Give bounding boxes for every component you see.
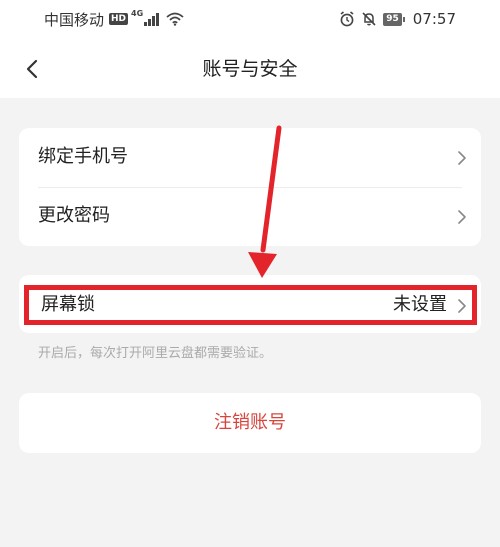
status-right: 95 07:57: [339, 9, 456, 29]
battery-icon: 95: [383, 12, 405, 26]
battery-level: 95: [383, 12, 402, 26]
page-title: 账号与安全: [202, 58, 298, 80]
network-type: 4G: [131, 8, 144, 18]
bind-phone-label: 绑定手机号: [38, 146, 128, 167]
delete-account-button[interactable]: 注销账号: [19, 393, 481, 453]
clock: 07:57: [412, 10, 456, 28]
bell-off-icon: [362, 12, 376, 26]
delete-account-label: 注销账号: [214, 412, 286, 433]
chevron-right-icon: [458, 151, 466, 165]
nav-bar: 账号与安全: [0, 46, 500, 92]
change-password-label: 更改密码: [38, 205, 110, 226]
screen-lock-hint: 开启后，每次打开阿里云盘都需要验证。: [38, 346, 273, 361]
wifi-icon: [166, 12, 184, 26]
change-password-row[interactable]: 更改密码: [19, 187, 481, 246]
carrier-name: 中国移动: [44, 10, 105, 29]
status-bar: 中国移动 HD 4G 95 07:57: [0, 0, 500, 36]
chevron-right-icon: [458, 210, 466, 224]
alarm-icon: [340, 11, 354, 27]
bind-phone-row[interactable]: 绑定手机号: [19, 128, 481, 187]
header-area: 中国移动 HD 4G 95 07:57 账号与安全: [0, 0, 500, 98]
account-settings-card: 绑定手机号 更改密码: [19, 128, 481, 246]
status-left: 中国移动 HD 4G: [44, 9, 184, 29]
signal-icon: [144, 12, 160, 26]
hd-badge: HD: [109, 13, 129, 25]
annotation-highlight-box: [24, 285, 477, 325]
